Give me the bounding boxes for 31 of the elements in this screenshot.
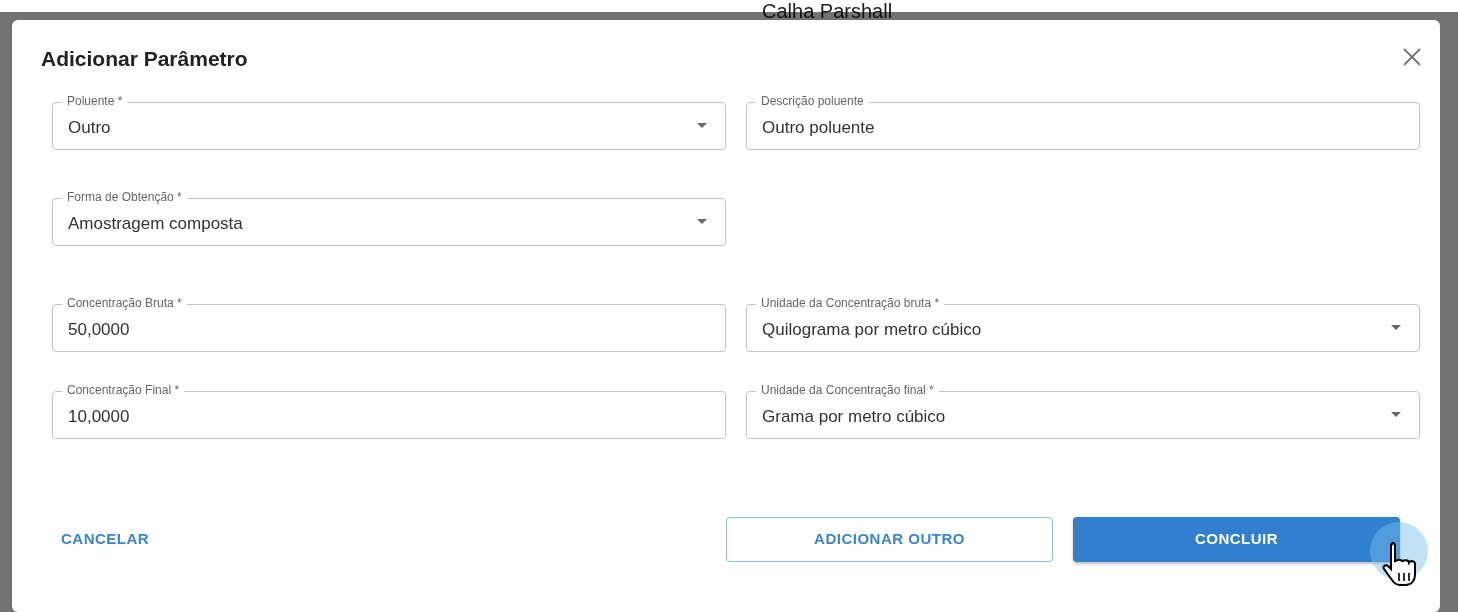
- field-label: Unidade da Concentração bruta *: [756, 296, 945, 310]
- input-field[interactable]: Concentração Bruta * 50,0000: [52, 296, 726, 352]
- select-field[interactable]: Forma de Obtenção * Amostragem composta: [52, 190, 726, 246]
- close-icon: [1402, 46, 1422, 67]
- field-value: Quilograma por metro cúbico: [762, 319, 982, 342]
- select-field[interactable]: Poluente * Outro: [52, 94, 726, 150]
- background-text: Calha Parshall: [762, 0, 893, 24]
- field-label: Poluente *: [62, 94, 128, 108]
- add-another-button[interactable]: ADICIONAR OUTRO: [726, 517, 1053, 562]
- field-value: Outro poluente: [762, 117, 875, 140]
- confirm-button[interactable]: CONCLUIR: [1073, 517, 1400, 562]
- field-label: Concentração Final *: [62, 383, 185, 397]
- field-value: 10,0000: [68, 406, 130, 429]
- cancel-button[interactable]: CANCELAR: [52, 520, 159, 559]
- field-value: Outro: [68, 117, 111, 140]
- input-field[interactable]: Concentração Final * 10,0000: [52, 383, 726, 439]
- field-value: Amostragem composta: [68, 213, 243, 236]
- input-field[interactable]: Descrição poluente Outro poluente: [746, 94, 1420, 150]
- field-value: Grama por metro cúbico: [762, 406, 946, 429]
- dropdown-caret-icon: [1391, 412, 1401, 417]
- field-value: 50,0000: [68, 319, 130, 342]
- field-label: Unidade da Concentração final *: [756, 383, 939, 397]
- select-field[interactable]: Unidade da Concentração final * Grama por metro cúbico: [746, 383, 1420, 439]
- field-label: Forma de Obtenção *: [62, 190, 187, 204]
- field-label: Descrição poluente: [756, 94, 869, 108]
- dropdown-caret-icon: [697, 219, 707, 224]
- select-field[interactable]: Unidade da Concentração bruta * Quilograma por metro cúbico: [746, 296, 1420, 352]
- dialog-title: Adicionar Parâmetro: [41, 46, 249, 72]
- field-label: Concentração Bruta *: [62, 296, 187, 310]
- dropdown-caret-icon: [1391, 325, 1401, 330]
- dropdown-caret-icon: [697, 123, 707, 128]
